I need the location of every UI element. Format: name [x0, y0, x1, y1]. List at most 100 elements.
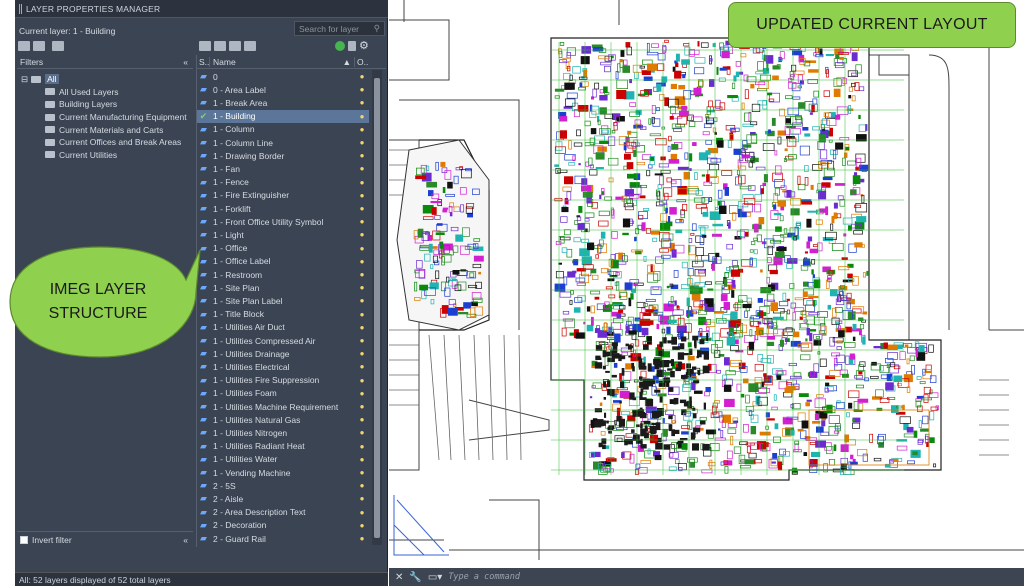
settings-gear-icon[interactable]: ⚙: [359, 41, 369, 52]
layer-name[interactable]: 1 - Site Plan Label: [210, 296, 355, 306]
layer-on-bulb-icon[interactable]: ●: [355, 98, 369, 107]
layer-on-bulb-icon[interactable]: ●: [355, 178, 369, 187]
layer-name[interactable]: 1 - Break Area: [210, 98, 355, 108]
layer-on-bulb-icon[interactable]: ●: [355, 257, 369, 266]
layer-status-icon[interactable]: ▰: [197, 97, 210, 108]
layer-row[interactable]: ▰ 1 - Fence ●: [197, 176, 369, 189]
layer-name[interactable]: 2 - 5S: [210, 481, 355, 491]
layer-row[interactable]: ▰ 2 - Guard Rail ●: [197, 532, 369, 545]
layer-status-icon[interactable]: ▰: [197, 467, 210, 478]
layer-on-bulb-icon[interactable]: ●: [355, 481, 369, 490]
layer-row[interactable]: ▰ 1 - Drawing Border ●: [197, 149, 369, 162]
layer-on-bulb-icon[interactable]: ●: [355, 336, 369, 345]
layer-row[interactable]: ▰ 0 - Area Label ●: [197, 83, 369, 96]
layer-search-input[interactable]: Search for layer ⚲: [294, 21, 385, 36]
layer-name[interactable]: 1 - Light: [210, 230, 355, 240]
layer-on-bulb-icon[interactable]: ●: [355, 270, 369, 279]
layer-row[interactable]: ▰ 1 - Site Plan Label ●: [197, 294, 369, 307]
layer-name[interactable]: 1 - Fence: [210, 177, 355, 187]
filter-tree-item[interactable]: Current Utilities: [17, 149, 193, 162]
layer-status-icon[interactable]: ▰: [197, 533, 210, 544]
layer-on-bulb-icon[interactable]: ●: [355, 323, 369, 332]
layer-row[interactable]: ▰ 1 - Utilities Electrical ●: [197, 360, 369, 373]
layer-name[interactable]: 1 - Utilities Natural Gas: [210, 415, 355, 425]
layer-status-icon[interactable]: ▰: [197, 427, 210, 438]
layer-name[interactable]: 1 - Front Office Utility Symbol: [210, 217, 355, 227]
layer-on-bulb-icon[interactable]: ●: [355, 508, 369, 517]
wrench-icon[interactable]: 🔧: [409, 572, 421, 583]
new-group-filter-icon[interactable]: [33, 41, 45, 51]
column-header-on[interactable]: O..: [355, 57, 369, 67]
layer-status-icon[interactable]: ▰: [197, 388, 210, 399]
layer-status-icon[interactable]: ▰: [197, 163, 210, 174]
layer-row[interactable]: ▰ 1 - Fan ●: [197, 162, 369, 175]
layer-row[interactable]: ▰ 1 - Utilities Water ●: [197, 453, 369, 466]
layer-status-icon[interactable]: ▰: [197, 507, 210, 518]
layer-name[interactable]: 1 - Utilities Machine Requirement: [210, 402, 355, 412]
layer-name[interactable]: 1 - Site Plan: [210, 283, 355, 293]
layer-on-bulb-icon[interactable]: ●: [355, 204, 369, 213]
layer-on-bulb-icon[interactable]: ●: [355, 521, 369, 530]
layer-on-bulb-icon[interactable]: ●: [355, 151, 369, 160]
vertical-scrollbar[interactable]: [372, 70, 382, 545]
layer-status-icon[interactable]: ▰: [197, 71, 210, 82]
layer-name[interactable]: 1 - Utilities Electrical: [210, 362, 355, 372]
layer-row[interactable]: ▰ 1 - Light ●: [197, 228, 369, 241]
layer-row[interactable]: ▰ 1 - Utilities Compressed Air ●: [197, 334, 369, 347]
layer-row[interactable]: ▰ 1 - Restroom ●: [197, 268, 369, 281]
layer-on-bulb-icon[interactable]: ●: [355, 244, 369, 253]
layer-status-icon[interactable]: ▰: [197, 190, 210, 201]
layer-name[interactable]: 1 - Utilities Foam: [210, 388, 355, 398]
layer-row[interactable]: ▰ 1 - Forklift ●: [197, 202, 369, 215]
layer-on-bulb-icon[interactable]: ●: [355, 468, 369, 477]
layer-on-bulb-icon[interactable]: ●: [355, 296, 369, 305]
layer-row[interactable]: ▰ 1 - Office ●: [197, 242, 369, 255]
layer-row[interactable]: ▰ 1 - Vending Machine ●: [197, 466, 369, 479]
layer-row[interactable]: ▰ 1 - Break Area ●: [197, 96, 369, 109]
layer-row[interactable]: ▰ 1 - Office Label ●: [197, 255, 369, 268]
layer-name[interactable]: 1 - Utilities Nitrogen: [210, 428, 355, 438]
panel-titlebar[interactable]: LAYER PROPERTIES MANAGER: [15, 0, 388, 18]
layer-status-icon[interactable]: ▰: [197, 414, 210, 425]
layer-status-icon[interactable]: ▰: [197, 216, 210, 227]
new-layer-vp-frozen-icon[interactable]: [214, 41, 226, 51]
layer-name[interactable]: 1 - Utilities Fire Suppression: [210, 375, 355, 385]
layer-on-bulb-icon[interactable]: ●: [355, 112, 369, 121]
delete-layer-icon[interactable]: [229, 41, 241, 51]
layer-row[interactable]: ▰ 1 - Utilities Machine Requirement ●: [197, 400, 369, 413]
layer-row[interactable]: ▰ 1 - Front Office Utility Symbol ●: [197, 215, 369, 228]
layer-row[interactable]: ▰ 1 - Utilities Natural Gas ●: [197, 413, 369, 426]
layer-name[interactable]: 1 - Building: [210, 111, 355, 121]
layer-row[interactable]: ▰ 1 - Utilities Foam ●: [197, 387, 369, 400]
filter-tree-item[interactable]: All Used Layers: [17, 86, 193, 99]
layer-row[interactable]: ▰ 1 - Utilities Drainage ●: [197, 347, 369, 360]
layer-on-bulb-icon[interactable]: ●: [355, 402, 369, 411]
layer-row[interactable]: ▰ 1 - Utilities Air Duct ●: [197, 321, 369, 334]
layer-on-bulb-icon[interactable]: ●: [355, 349, 369, 358]
layer-status-icon[interactable]: ▰: [197, 401, 210, 412]
collapse-panel-icon[interactable]: «: [183, 535, 188, 545]
layer-row[interactable]: ▰ 1 - Utilities Radiant Heat ●: [197, 440, 369, 453]
set-current-icon[interactable]: [244, 41, 256, 51]
layer-states-manager-icon[interactable]: [52, 41, 64, 51]
layer-on-bulb-icon[interactable]: ●: [355, 389, 369, 398]
layer-name[interactable]: 1 - Utilities Water: [210, 454, 355, 464]
refresh-icon[interactable]: [335, 41, 345, 51]
layer-on-bulb-icon[interactable]: ●: [355, 230, 369, 239]
layer-row[interactable]: ▰ 1 - Utilities Nitrogen ●: [197, 426, 369, 439]
layer-on-bulb-icon[interactable]: ●: [355, 125, 369, 134]
layer-on-bulb-icon[interactable]: ●: [355, 283, 369, 292]
layer-status-icon[interactable]: ▰: [197, 177, 210, 188]
expand-collapse-icon[interactable]: ⊟: [21, 74, 28, 85]
layer-on-bulb-icon[interactable]: ●: [355, 362, 369, 371]
layer-name[interactable]: 2 - Aisle: [210, 494, 355, 504]
layer-name[interactable]: 1 - Utilities Drainage: [210, 349, 355, 359]
command-input[interactable]: Type a command: [448, 572, 520, 582]
layer-row[interactable]: ▰ 1 - Fire Extinguisher ●: [197, 189, 369, 202]
layer-row[interactable]: ▰ 1 - Site Plan ●: [197, 281, 369, 294]
filter-tree-item[interactable]: Current Materials and Carts: [17, 123, 193, 136]
layer-row[interactable]: ▰ 1 - Utilities Fire Suppression ●: [197, 374, 369, 387]
layer-name[interactable]: 0 - Area Label: [210, 85, 355, 95]
layer-row[interactable]: ▰ 0 ●: [197, 70, 369, 83]
layer-status-icon[interactable]: ▰: [197, 203, 210, 214]
